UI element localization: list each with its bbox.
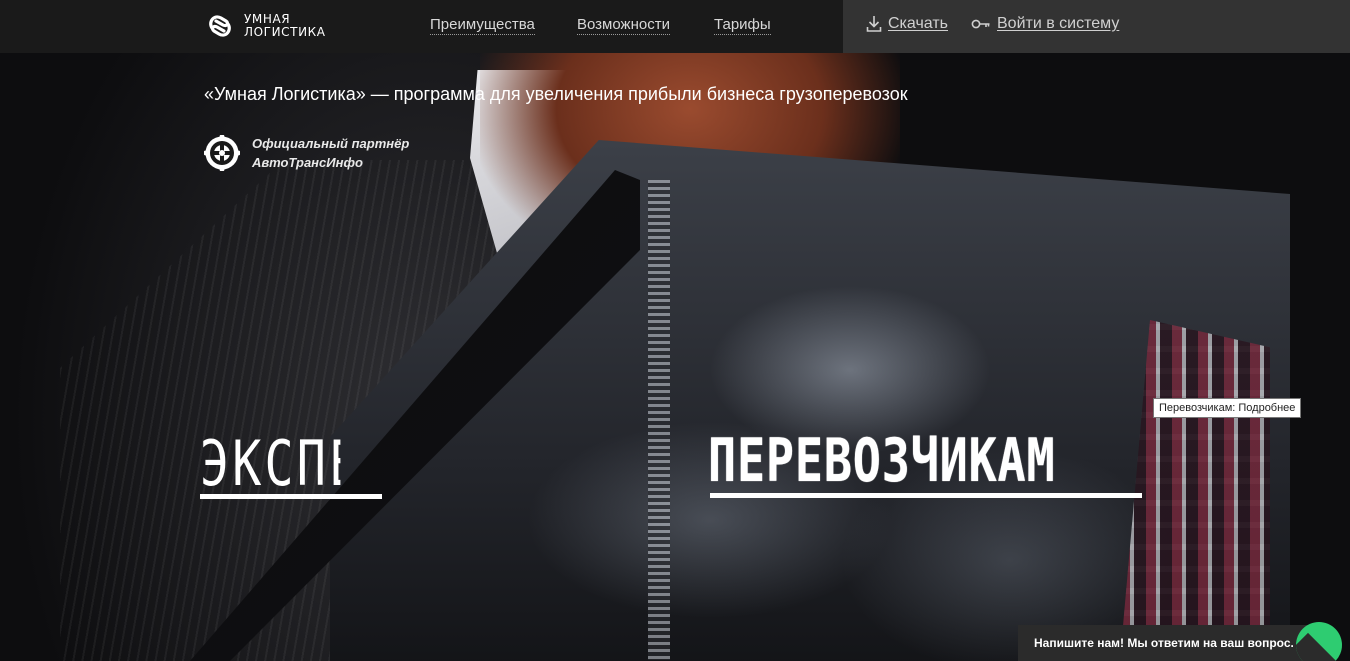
zipper-image: [648, 180, 670, 660]
partner-block: Официальный партнёр АвтоТрансИнфо: [204, 134, 409, 172]
partner-text: Официальный партнёр АвтоТрансИнфо: [252, 134, 409, 172]
chat-widget[interactable]: Напишите нам! Мы ответим на ваш вопрос.: [1018, 625, 1318, 661]
page: Умная Логистика Преимущества Возможности…: [0, 0, 1350, 661]
experts-underline: [200, 494, 382, 499]
download-label: Скачать: [888, 15, 948, 32]
login-label: Войти в систему: [997, 15, 1120, 32]
nav-link-pricing[interactable]: Тарифы: [714, 16, 771, 35]
partner-line2: АвтоТрансИнфо: [252, 155, 363, 170]
logo-mark-icon: [209, 15, 231, 37]
nav-link-features[interactable]: Возможности: [577, 16, 670, 35]
logo-text: Умная Логистика: [244, 13, 326, 39]
chat-label: Напишите нам! Мы ответим на ваш вопрос.: [1034, 636, 1294, 650]
carriers-underline: [710, 493, 1142, 498]
logo-line2: Логистика: [244, 25, 326, 39]
carriers-heading: ПЕРЕВОЗЧИКАМ: [708, 426, 1056, 496]
hero-tagline: «Умная Логистика» — программа для увелич…: [204, 84, 908, 104]
nav-link-advantages[interactable]: Преимущества: [430, 16, 535, 35]
carriers-tooltip: Перевозчикам: Подробнее: [1153, 398, 1302, 418]
download-icon: [866, 16, 882, 32]
key-icon: [971, 19, 990, 29]
download-link[interactable]: Скачать: [866, 15, 948, 33]
partner-line1: Официальный партнёр: [252, 136, 410, 151]
chat-open-icon[interactable]: [1296, 622, 1342, 661]
login-link[interactable]: Войти в систему: [971, 15, 1119, 33]
logo-link[interactable]: Умная Логистика: [204, 10, 326, 42]
ati-badge-icon: [204, 135, 240, 171]
